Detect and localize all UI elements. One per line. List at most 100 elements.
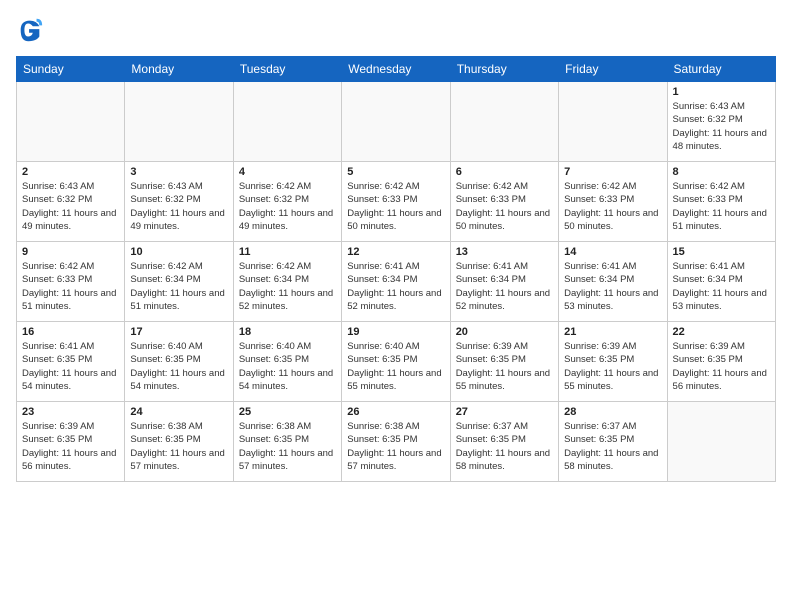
day-info: Sunrise: 6:38 AM Sunset: 6:35 PM Dayligh…	[347, 420, 444, 473]
calendar-cell: 16 Sunrise: 6:41 AM Sunset: 6:35 PM Dayli…	[17, 322, 125, 402]
calendar-header-row: SundayMondayTuesdayWednesdayThursdayFrid…	[17, 57, 776, 82]
day-info: Sunrise: 6:41 AM Sunset: 6:34 PM Dayligh…	[456, 260, 553, 313]
day-info: Sunrise: 6:42 AM Sunset: 6:32 PM Dayligh…	[239, 180, 336, 233]
day-info: Sunrise: 6:40 AM Sunset: 6:35 PM Dayligh…	[239, 340, 336, 393]
calendar: SundayMondayTuesdayWednesdayThursdayFrid…	[16, 56, 776, 482]
logo	[16, 16, 48, 44]
day-number: 23	[22, 406, 119, 418]
day-info: Sunrise: 6:42 AM Sunset: 6:33 PM Dayligh…	[347, 180, 444, 233]
day-info: Sunrise: 6:42 AM Sunset: 6:33 PM Dayligh…	[564, 180, 661, 233]
calendar-cell	[450, 82, 558, 162]
day-info: Sunrise: 6:41 AM Sunset: 6:35 PM Dayligh…	[22, 340, 119, 393]
day-header-thursday: Thursday	[450, 57, 558, 82]
day-number: 21	[564, 326, 661, 338]
day-info: Sunrise: 6:41 AM Sunset: 6:34 PM Dayligh…	[564, 260, 661, 313]
day-header-tuesday: Tuesday	[233, 57, 341, 82]
calendar-week-5: 23 Sunrise: 6:39 AM Sunset: 6:35 PM Dayli…	[17, 402, 776, 482]
day-info: Sunrise: 6:39 AM Sunset: 6:35 PM Dayligh…	[456, 340, 553, 393]
day-info: Sunrise: 6:39 AM Sunset: 6:35 PM Dayligh…	[673, 340, 770, 393]
calendar-cell	[233, 82, 341, 162]
calendar-cell: 13Sunrise: 6:41 AM Sunset: 6:34 PM Dayli…	[450, 242, 558, 322]
calendar-cell: 15Sunrise: 6:41 AM Sunset: 6:34 PM Dayli…	[667, 242, 775, 322]
day-info: Sunrise: 6:39 AM Sunset: 6:35 PM Dayligh…	[22, 420, 119, 473]
calendar-cell: 1 Sunrise: 6:43 AM Sunset: 6:32 PM Daylig…	[667, 82, 775, 162]
day-number: 27	[456, 406, 553, 418]
day-number: 28	[564, 406, 661, 418]
day-info: Sunrise: 6:42 AM Sunset: 6:33 PM Dayligh…	[22, 260, 119, 313]
calendar-cell: 20 Sunrise: 6:39 AM Sunset: 6:35 PM Dayli…	[450, 322, 558, 402]
calendar-cell: 6 Sunrise: 6:42 AM Sunset: 6:33 PM Daylig…	[450, 162, 558, 242]
logo-icon	[16, 16, 44, 44]
day-number: 11	[239, 246, 336, 258]
day-info: Sunrise: 6:37 AM Sunset: 6:35 PM Dayligh…	[564, 420, 661, 473]
calendar-cell: 2Sunrise: 6:43 AM Sunset: 6:32 PM Daylig…	[17, 162, 125, 242]
calendar-cell: 17 Sunrise: 6:40 AM Sunset: 6:35 PM Dayli…	[125, 322, 233, 402]
calendar-cell: 4 Sunrise: 6:42 AM Sunset: 6:32 PM Daylig…	[233, 162, 341, 242]
calendar-cell: 21 Sunrise: 6:39 AM Sunset: 6:35 PM Dayli…	[559, 322, 667, 402]
day-number: 15	[673, 246, 770, 258]
calendar-cell: 18 Sunrise: 6:40 AM Sunset: 6:35 PM Dayli…	[233, 322, 341, 402]
calendar-cell: 7 Sunrise: 6:42 AM Sunset: 6:33 PM Daylig…	[559, 162, 667, 242]
calendar-cell: 8 Sunrise: 6:42 AM Sunset: 6:33 PM Daylig…	[667, 162, 775, 242]
day-number: 4	[239, 166, 336, 178]
calendar-cell: 23 Sunrise: 6:39 AM Sunset: 6:35 PM Dayli…	[17, 402, 125, 482]
calendar-cell: 14 Sunrise: 6:41 AM Sunset: 6:34 PM Dayli…	[559, 242, 667, 322]
day-number: 24	[130, 406, 227, 418]
calendar-cell: 26 Sunrise: 6:38 AM Sunset: 6:35 PM Dayli…	[342, 402, 450, 482]
day-info: Sunrise: 6:38 AM Sunset: 6:35 PM Dayligh…	[130, 420, 227, 473]
calendar-cell	[667, 402, 775, 482]
day-header-sunday: Sunday	[17, 57, 125, 82]
day-info: Sunrise: 6:40 AM Sunset: 6:35 PM Dayligh…	[130, 340, 227, 393]
day-number: 19	[347, 326, 444, 338]
day-number: 12	[347, 246, 444, 258]
day-number: 14	[564, 246, 661, 258]
calendar-cell: 22 Sunrise: 6:39 AM Sunset: 6:35 PM Dayli…	[667, 322, 775, 402]
day-info: Sunrise: 6:43 AM Sunset: 6:32 PM Dayligh…	[673, 100, 770, 153]
day-number: 18	[239, 326, 336, 338]
day-info: Sunrise: 6:37 AM Sunset: 6:35 PM Dayligh…	[456, 420, 553, 473]
day-number: 1	[673, 86, 770, 98]
day-info: Sunrise: 6:43 AM Sunset: 6:32 PM Dayligh…	[22, 180, 119, 233]
calendar-cell	[17, 82, 125, 162]
day-number: 9	[22, 246, 119, 258]
calendar-week-4: 16 Sunrise: 6:41 AM Sunset: 6:35 PM Dayli…	[17, 322, 776, 402]
day-info: Sunrise: 6:40 AM Sunset: 6:35 PM Dayligh…	[347, 340, 444, 393]
day-header-saturday: Saturday	[667, 57, 775, 82]
day-header-monday: Monday	[125, 57, 233, 82]
calendar-cell: 28 Sunrise: 6:37 AM Sunset: 6:35 PM Dayli…	[559, 402, 667, 482]
day-number: 16	[22, 326, 119, 338]
day-info: Sunrise: 6:43 AM Sunset: 6:32 PM Dayligh…	[130, 180, 227, 233]
calendar-cell: 3Sunrise: 6:43 AM Sunset: 6:32 PM Daylig…	[125, 162, 233, 242]
calendar-week-2: 2Sunrise: 6:43 AM Sunset: 6:32 PM Daylig…	[17, 162, 776, 242]
day-info: Sunrise: 6:42 AM Sunset: 6:34 PM Dayligh…	[130, 260, 227, 313]
calendar-cell: 19 Sunrise: 6:40 AM Sunset: 6:35 PM Dayli…	[342, 322, 450, 402]
day-number: 8	[673, 166, 770, 178]
day-info: Sunrise: 6:42 AM Sunset: 6:33 PM Dayligh…	[673, 180, 770, 233]
calendar-cell: 27 Sunrise: 6:37 AM Sunset: 6:35 PM Dayli…	[450, 402, 558, 482]
day-info: Sunrise: 6:38 AM Sunset: 6:35 PM Dayligh…	[239, 420, 336, 473]
day-info: Sunrise: 6:39 AM Sunset: 6:35 PM Dayligh…	[564, 340, 661, 393]
day-number: 7	[564, 166, 661, 178]
day-number: 22	[673, 326, 770, 338]
calendar-cell: 24 Sunrise: 6:38 AM Sunset: 6:35 PM Dayli…	[125, 402, 233, 482]
calendar-week-1: 1 Sunrise: 6:43 AM Sunset: 6:32 PM Daylig…	[17, 82, 776, 162]
calendar-week-3: 9 Sunrise: 6:42 AM Sunset: 6:33 PM Daylig…	[17, 242, 776, 322]
page-header	[16, 16, 776, 44]
calendar-cell: 25 Sunrise: 6:38 AM Sunset: 6:35 PM Dayli…	[233, 402, 341, 482]
day-number: 25	[239, 406, 336, 418]
day-header-friday: Friday	[559, 57, 667, 82]
calendar-cell	[125, 82, 233, 162]
calendar-cell: 12 Sunrise: 6:41 AM Sunset: 6:34 PM Dayli…	[342, 242, 450, 322]
calendar-cell	[342, 82, 450, 162]
calendar-cell: 5Sunrise: 6:42 AM Sunset: 6:33 PM Daylig…	[342, 162, 450, 242]
day-number: 17	[130, 326, 227, 338]
day-number: 26	[347, 406, 444, 418]
day-info: Sunrise: 6:42 AM Sunset: 6:33 PM Dayligh…	[456, 180, 553, 233]
calendar-cell: 11 Sunrise: 6:42 AM Sunset: 6:34 PM Dayli…	[233, 242, 341, 322]
day-info: Sunrise: 6:41 AM Sunset: 6:34 PM Dayligh…	[347, 260, 444, 313]
calendar-cell: 10Sunrise: 6:42 AM Sunset: 6:34 PM Dayli…	[125, 242, 233, 322]
calendar-cell	[559, 82, 667, 162]
day-number: 6	[456, 166, 553, 178]
day-number: 20	[456, 326, 553, 338]
day-info: Sunrise: 6:42 AM Sunset: 6:34 PM Dayligh…	[239, 260, 336, 313]
